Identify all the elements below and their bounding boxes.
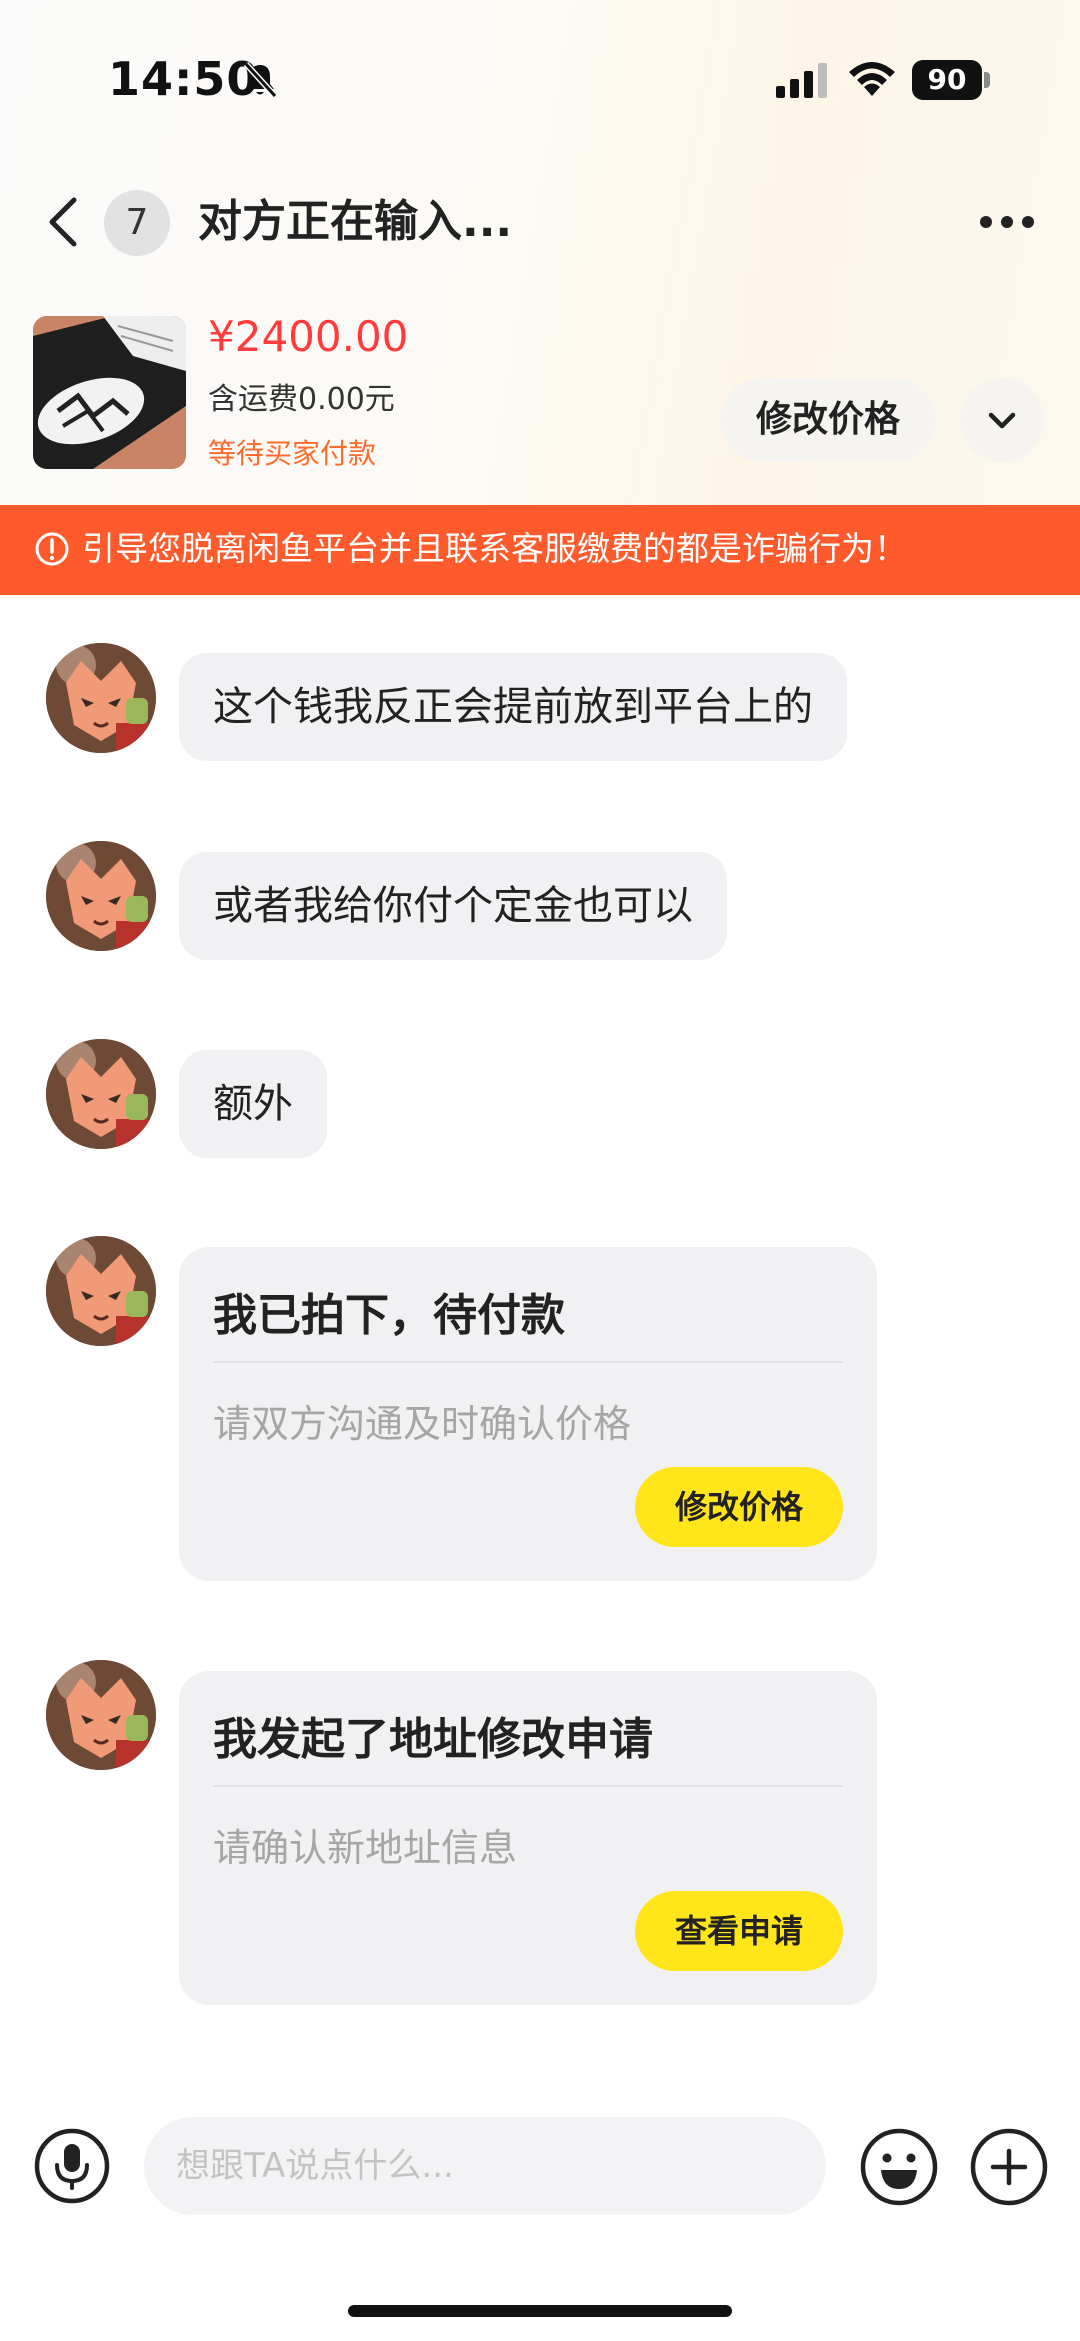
wifi-icon xyxy=(849,62,895,96)
fox-avatar-image xyxy=(46,1236,156,1346)
battery-cap xyxy=(984,72,990,88)
order-card: 我已拍下，待付款 请双方沟通及时确认价格 修改价格 xyxy=(179,1247,877,1581)
expand-button[interactable] xyxy=(960,378,1044,462)
avatar[interactable] xyxy=(46,841,156,951)
message-bubble: 或者我给你付个定金也可以 xyxy=(179,852,727,960)
fox-avatar-image xyxy=(46,1660,156,1770)
status-time: 14:50 xyxy=(108,52,260,106)
avatar[interactable] xyxy=(46,1660,156,1770)
card-title: 我发起了地址修改申请 xyxy=(213,1714,653,1765)
more-icon[interactable] xyxy=(972,200,1042,244)
warning-icon xyxy=(35,532,69,566)
status-bar: 14:50 90 xyxy=(0,0,1080,150)
product-thumbnail[interactable] xyxy=(33,316,186,469)
mouse-image xyxy=(33,316,186,469)
message-bubble: 额外 xyxy=(179,1050,327,1158)
card-subtitle: 请双方沟通及时确认价格 xyxy=(213,1402,632,1446)
card-divider xyxy=(213,1361,843,1363)
modify-price-card-button[interactable]: 修改价格 xyxy=(635,1467,843,1547)
plus-icon[interactable] xyxy=(969,2127,1049,2207)
product-price: ¥2400.00 xyxy=(208,312,409,361)
microphone-icon[interactable] xyxy=(33,2127,111,2205)
unread-badge[interactable]: 7 xyxy=(104,190,170,256)
card-divider xyxy=(213,1785,843,1787)
chat-title: 对方正在输入... xyxy=(198,196,513,247)
view-request-button[interactable]: 查看申请 xyxy=(635,1891,843,1971)
chevron-down-icon xyxy=(988,412,1016,429)
fox-avatar-image xyxy=(46,643,156,753)
signal-icon xyxy=(776,63,827,98)
emoji-icon[interactable] xyxy=(859,2127,939,2207)
fox-avatar-image xyxy=(46,841,156,951)
modify-price-button[interactable]: 修改价格 xyxy=(720,378,936,462)
avatar[interactable] xyxy=(46,1039,156,1149)
fox-avatar-image xyxy=(46,1039,156,1149)
message-bubble: 这个钱我反正会提前放到平台上的 xyxy=(179,653,847,761)
warning-text: 引导您脱离闲鱼平台并且联系客服缴费的都是诈骗行为！ xyxy=(82,529,907,568)
bell-off-icon xyxy=(243,61,278,99)
battery-icon: 90 xyxy=(912,60,982,100)
avatar[interactable] xyxy=(46,1236,156,1346)
message-input[interactable] xyxy=(144,2117,826,2215)
home-indicator[interactable] xyxy=(348,2305,732,2317)
card-title: 我已拍下，待付款 xyxy=(213,1290,565,1341)
address-change-card: 我发起了地址修改申请 请确认新地址信息 查看申请 xyxy=(179,1671,877,2005)
chevron-left-icon[interactable] xyxy=(40,192,90,252)
product-shipping: 含运费0.00元 xyxy=(208,382,395,417)
order-status: 等待买家付款 xyxy=(208,437,377,470)
card-subtitle: 请确认新地址信息 xyxy=(213,1826,518,1870)
avatar[interactable] xyxy=(46,643,156,753)
